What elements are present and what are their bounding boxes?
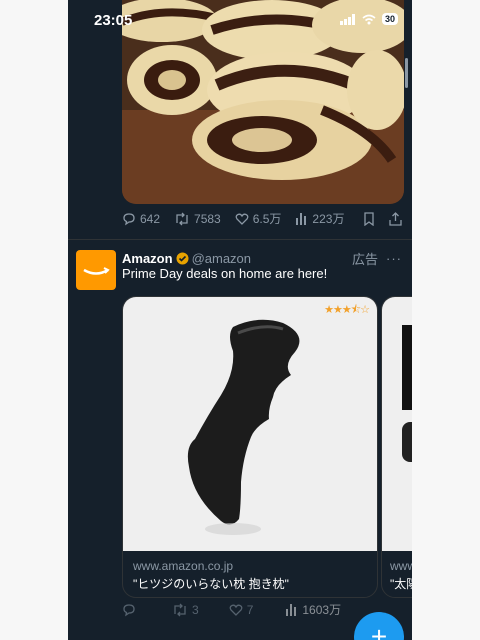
- views-button[interactable]: 223万: [295, 210, 344, 227]
- status-time: 23:05: [94, 12, 133, 29]
- analytics-icon: [286, 604, 297, 616]
- pillow-photo: [187, 319, 300, 535]
- rating-stars: ★★★⯪☆: [324, 304, 370, 316]
- reply-icon: [123, 212, 135, 225]
- ad-text: Prime Day deals on home are here!: [122, 266, 328, 281]
- phone-screen: 23:05 30 642 7583 6.5万 223万 Amazon @amaz…: [68, 0, 412, 640]
- ad-account-handle[interactable]: @amazon: [192, 251, 251, 266]
- card-title-next: "太陽: [390, 577, 412, 591]
- reply-icon: [123, 603, 135, 616]
- card-domain-next: www.amazon.co.jp: [390, 559, 412, 573]
- ad-reply-button[interactable]: [122, 603, 136, 617]
- ad-retweet-button[interactable]: 3: [172, 603, 199, 617]
- more-options-button[interactable]: ···: [386, 251, 402, 266]
- verified-badge-icon: [176, 252, 189, 265]
- status-icons: 30: [339, 13, 398, 25]
- retweet-icon: [174, 603, 186, 616]
- retweet-count: 7583: [194, 211, 221, 226]
- share-icon[interactable]: [389, 211, 402, 226]
- like-count: 6.5万: [252, 212, 282, 226]
- retweet-button[interactable]: 7583: [174, 212, 221, 226]
- ad-retweet-count: 3: [192, 602, 199, 617]
- battery-indicator: 30: [381, 13, 398, 25]
- amazon-avatar[interactable]: [76, 250, 116, 290]
- heart-icon: [229, 604, 243, 616]
- scroll-indicator[interactable]: [405, 58, 408, 88]
- card-domain: www.amazon.co.jp: [133, 559, 234, 573]
- wifi-icon: [362, 14, 376, 24]
- next-product-photo: [402, 325, 412, 462]
- signal-icon: [339, 13, 355, 25]
- status-bar: 23:05 30: [68, 10, 412, 32]
- ad-views-button[interactable]: 1603万: [285, 601, 341, 618]
- reply-count: 642: [140, 211, 161, 226]
- ad-account-name[interactable]: Amazon: [122, 251, 173, 266]
- bookmark-icon[interactable]: [363, 211, 375, 226]
- product-card-next[interactable]: www.amazon.co.jp "太陽: [381, 296, 412, 598]
- like-button[interactable]: 6.5万: [235, 210, 282, 227]
- ad-actions: 3 7 1603万: [122, 601, 402, 618]
- promoted-label: 広告: [351, 252, 378, 267]
- product-image-next: [382, 297, 412, 551]
- post-actions: 642 7583 6.5万 223万: [122, 210, 402, 227]
- amazon-smile-icon: [83, 267, 110, 275]
- retweet-icon: [176, 212, 188, 225]
- analytics-icon: [296, 213, 307, 225]
- reply-button[interactable]: 642: [122, 212, 160, 226]
- product-image: ★★★⯪☆: [123, 297, 377, 551]
- heart-icon: [235, 213, 249, 225]
- ad-like-button[interactable]: 7: [229, 602, 254, 617]
- card-title: "ヒツジのいらない枕 抱き枕": [133, 577, 289, 591]
- ad-like-count: 7: [246, 602, 254, 617]
- post-actions-right: [363, 211, 402, 226]
- ad-view-count: 1603万: [302, 603, 342, 617]
- post-divider: [68, 239, 412, 240]
- product-card[interactable]: ★★★⯪☆ www.amazon.co.jp "ヒツジのいらない枕 抱き枕": [122, 296, 378, 598]
- view-count: 223万: [312, 212, 345, 226]
